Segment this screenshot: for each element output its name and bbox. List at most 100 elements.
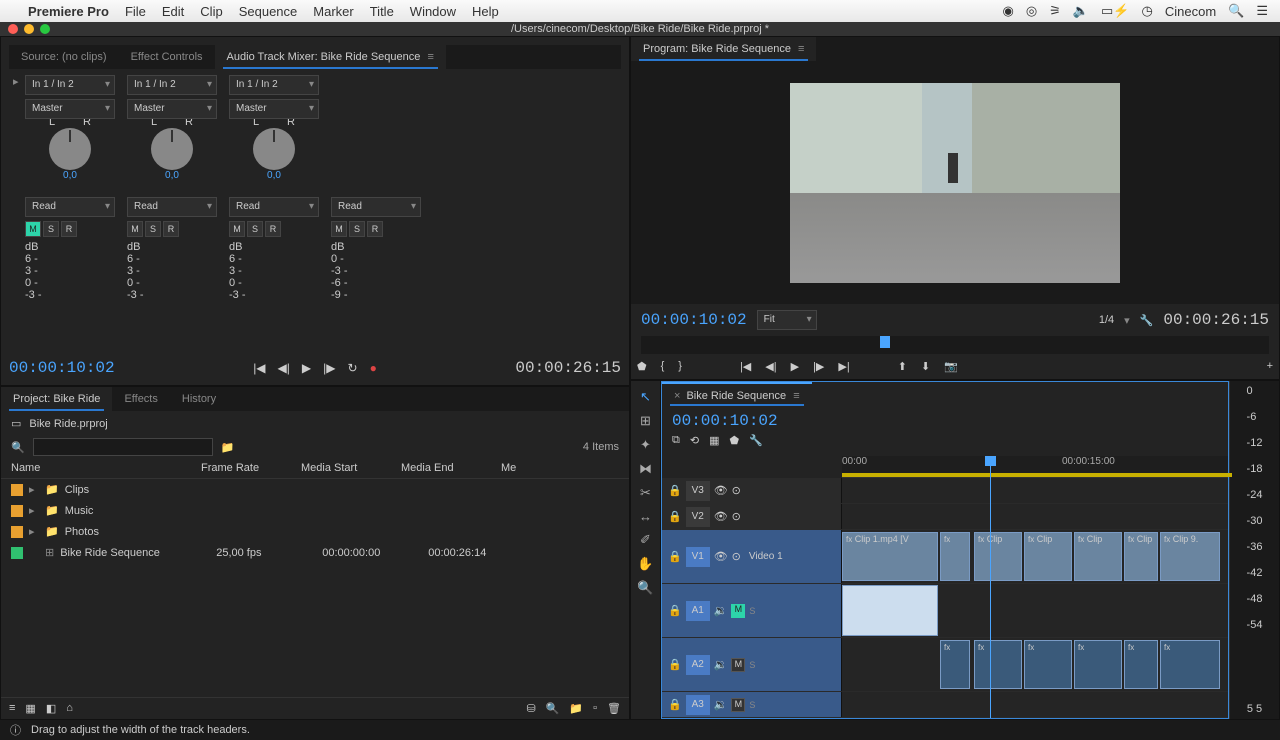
extract-icon[interactable]: ⬇	[921, 360, 930, 373]
zoom-button[interactable]	[40, 24, 50, 34]
close-tab-icon[interactable]: ×	[674, 390, 680, 402]
delete-icon[interactable]: 🗑	[607, 702, 621, 715]
menu-window[interactable]: Window	[410, 4, 456, 19]
toggle-output-icon[interactable]: 🔉	[714, 604, 728, 617]
menu-sequence[interactable]: Sequence	[239, 4, 298, 19]
tab-effect-controls[interactable]: Effect Controls	[119, 45, 215, 69]
expand-icon[interactable]: ▸	[29, 483, 39, 496]
play-icon[interactable]: ▶	[791, 360, 799, 373]
track-header[interactable]: 🔒 A1 🔉 MS	[662, 584, 842, 637]
mute-button[interactable]: M	[731, 698, 745, 712]
automation-dropdown[interactable]: Read	[331, 197, 421, 217]
track-label[interactable]: V3	[686, 481, 710, 501]
pan-knob[interactable]	[151, 128, 193, 170]
track-content[interactable]	[842, 692, 1228, 717]
solo-button[interactable]: S	[749, 700, 755, 710]
track-header[interactable]: 🔒 V3 👁 ⊙	[662, 478, 842, 503]
zoom-tool-icon[interactable]: 🔍	[637, 580, 653, 596]
project-row[interactable]: ▸ 📁 Clips	[1, 479, 629, 500]
tab-program[interactable]: Program: Bike Ride Sequence ≡	[631, 37, 816, 61]
mute-button[interactable]: M	[127, 221, 143, 237]
video-clip[interactable]: fx Clip	[974, 532, 1022, 581]
lock-icon[interactable]: 🔒	[668, 484, 682, 497]
icon-view-icon[interactable]: ▦	[25, 702, 35, 715]
list-view-icon[interactable]: ≡	[9, 702, 15, 715]
pen-tool-icon[interactable]: ✐	[640, 532, 651, 548]
step-back-icon[interactable]: ◀|	[765, 360, 776, 373]
hand-tool-icon[interactable]: ✋	[637, 556, 653, 572]
ripple-edit-tool-icon[interactable]: ✦	[640, 437, 651, 453]
user-name[interactable]: Cinecom	[1165, 4, 1216, 19]
step-forward-icon[interactable]: |▶	[813, 360, 824, 373]
automation-dropdown[interactable]: Read	[229, 197, 319, 217]
track-label[interactable]: A1	[686, 601, 710, 621]
bin-icon[interactable]: 📁	[221, 441, 235, 454]
play-icon[interactable]: ▶	[302, 361, 311, 375]
timeline-timecode[interactable]: 00:00:10:02	[672, 412, 778, 430]
razor-tool-icon[interactable]: ✂	[640, 485, 651, 501]
toggle-output-icon[interactable]: 👁	[714, 550, 728, 563]
cloud-icon[interactable]: ◎	[1026, 3, 1037, 19]
toggle-output-icon[interactable]: 🔉	[714, 658, 728, 671]
project-columns[interactable]: Name Frame Rate Media Start Media End Me	[1, 458, 629, 479]
search-icon[interactable]: 🔍	[11, 441, 25, 454]
panel-menu-icon[interactable]: ≡	[427, 51, 433, 63]
track-select-tool-icon[interactable]: ⊞	[640, 413, 651, 429]
record-icon[interactable]: ◉	[1003, 3, 1014, 19]
sort-icon[interactable]: ⌂	[66, 702, 73, 715]
expand-icon[interactable]: ▸	[29, 525, 39, 538]
menu-edit[interactable]: Edit	[162, 4, 184, 19]
lock-icon[interactable]: 🔒	[668, 550, 682, 563]
minimize-button[interactable]	[24, 24, 34, 34]
record-button[interactable]: R	[61, 221, 77, 237]
playhead-icon[interactable]	[880, 336, 890, 348]
program-scrubber[interactable]	[641, 336, 1269, 354]
track-content[interactable]: fxfxfxfxfxfx	[842, 638, 1228, 691]
close-button[interactable]	[8, 24, 18, 34]
video-clip[interactable]: fx Clip 1.mp4 [V	[842, 532, 938, 581]
output-dropdown[interactable]: Master	[127, 99, 217, 119]
selection-tool-icon[interactable]: ↖	[640, 389, 651, 405]
new-item-icon[interactable]: ▫	[593, 702, 597, 715]
mixer-timecode-left[interactable]: 00:00:10:02	[9, 359, 115, 377]
automation-dropdown[interactable]: Read	[25, 197, 115, 217]
marker-settings-icon[interactable]: ▦	[709, 434, 719, 447]
expand-icon[interactable]: ▸	[29, 504, 39, 517]
go-to-in-icon[interactable]: |◀	[740, 360, 751, 373]
search-input[interactable]	[33, 438, 213, 456]
mute-button[interactable]: M	[731, 658, 745, 672]
audio-clip[interactable]: fx	[1160, 640, 1220, 689]
video-clip[interactable]: fx	[940, 532, 970, 581]
lift-icon[interactable]: ⬆	[898, 360, 907, 373]
track-header[interactable]: 🔒 A2 🔉 MS	[662, 638, 842, 691]
menu-marker[interactable]: Marker	[313, 4, 353, 19]
rate-stretch-tool-icon[interactable]: ⧓	[639, 461, 652, 477]
traffic-lights[interactable]	[8, 24, 50, 34]
record-button[interactable]: R	[163, 221, 179, 237]
panel-menu-icon[interactable]: ≡	[798, 43, 804, 55]
output-dropdown[interactable]: Master	[229, 99, 319, 119]
track-content[interactable]	[842, 504, 1228, 529]
volume-icon[interactable]: 🔈	[1073, 3, 1089, 19]
wifi-icon[interactable]: ⚞	[1049, 3, 1061, 19]
audio-clip[interactable]	[842, 585, 938, 636]
track-label[interactable]: A3	[686, 695, 710, 715]
lock-icon[interactable]: 🔒	[668, 698, 682, 711]
track-label[interactable]: A2	[686, 655, 710, 675]
mute-button[interactable]: M	[731, 604, 745, 618]
solo-button[interactable]: S	[247, 221, 263, 237]
video-clip[interactable]: fx Clip 9.	[1160, 532, 1220, 581]
spotlight-icon[interactable]: 🔍	[1228, 3, 1244, 19]
sync-lock-icon[interactable]: ⊙	[732, 510, 741, 523]
record-button[interactable]: R	[367, 221, 383, 237]
step-forward-icon[interactable]: |▶	[323, 361, 335, 375]
track-header[interactable]: 🔒 V2 👁 ⊙	[662, 504, 842, 529]
audio-clip[interactable]: fx	[1124, 640, 1158, 689]
solo-button[interactable]: S	[749, 660, 755, 670]
go-to-out-icon[interactable]: ▶|	[838, 360, 849, 373]
mute-button[interactable]: M	[25, 221, 41, 237]
toggle-output-icon[interactable]: 👁	[714, 510, 728, 523]
tab-effects[interactable]: Effects	[112, 387, 169, 411]
button-editor-icon[interactable]: +	[1267, 360, 1273, 373]
timeline-ruler[interactable]: 00:00 00:00:15:00 00:00	[842, 456, 1228, 478]
